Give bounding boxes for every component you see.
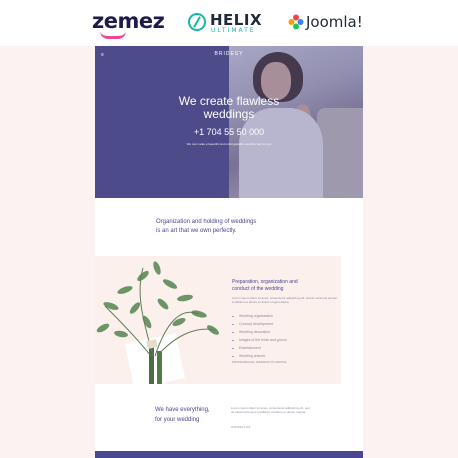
template-preview: ≡ BRIDESY We create flawless weddings +1… [95, 46, 363, 458]
services-heading-line1: Preparation, organization and [232, 279, 298, 285]
about-heading-line2: for your wedding [155, 417, 200, 423]
helix-logo-subtitle: ULTIMATE [211, 27, 256, 34]
joomla-icon [288, 14, 304, 30]
about-heading-line1: We have everything, [155, 407, 210, 413]
footer-strip [95, 451, 363, 458]
hero-title: We create flawless weddings [129, 95, 329, 121]
list-item: Wedding decoration [232, 328, 287, 336]
helix-icon [188, 13, 206, 31]
eucalyptus-bouquet-image [96, 261, 219, 384]
contact-link[interactable]: CONTACT US [231, 425, 250, 429]
logo-banner: zemez HELIX ULTIMATE Joomla! [0, 0, 458, 46]
zemez-smile-icon [100, 31, 126, 39]
hero-title-line2: weddings [203, 107, 255, 121]
list-item: Wedding artwork [232, 352, 287, 360]
hero-phone[interactable]: +1 704 55 50 000 [129, 127, 329, 137]
list-item: Concept development [232, 320, 287, 328]
intro-heading-line1: Organization and holding of weddings [156, 219, 257, 225]
services-heading: Preparation, organization and conduct of… [232, 279, 342, 293]
services-link[interactable]: PROFESSIONAL WEDDING PLANNING [232, 360, 287, 364]
site-brand[interactable]: BRIDESY [95, 51, 363, 57]
zemez-logo[interactable]: zemez [92, 9, 165, 33]
services-description: Lorem ipsum dolor sit amet, consectetur … [232, 296, 338, 304]
hero-photo-overlay [229, 46, 363, 198]
list-item: Entertainment [232, 344, 287, 352]
list-item: Images of the bride and groom [232, 336, 287, 344]
intro-heading-line2: is an art that we own perfectly. [156, 228, 237, 234]
services-list: Wedding organization Concept development… [232, 312, 287, 360]
joomla-logo[interactable]: Joomla! [306, 13, 363, 31]
hero-section: ≡ BRIDESY We create flawless weddings +1… [95, 46, 363, 198]
list-item: Wedding organization [232, 312, 287, 320]
hero-note: We can make a beautiful and unforgettabl… [186, 142, 272, 146]
about-description: Lorem ipsum dolor sit amet, consectetur … [231, 406, 310, 414]
services-heading-line2: conduct of the wedding [232, 286, 284, 292]
